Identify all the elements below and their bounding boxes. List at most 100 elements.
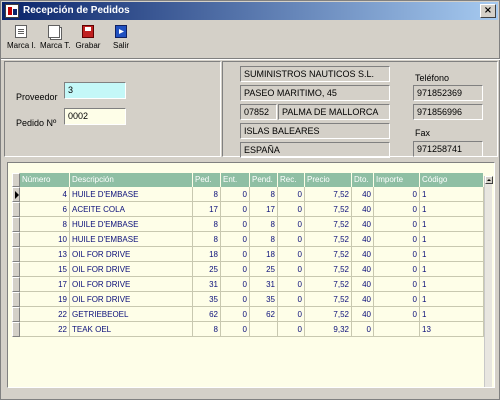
pedido-input[interactable]: 0002: [64, 108, 126, 125]
cell-dto[interactable]: 40: [352, 292, 374, 307]
cell-codigo[interactable]: 1: [420, 277, 484, 292]
cell-ped[interactable]: 17: [193, 202, 221, 217]
table-row[interactable]: 13 OIL FOR DRIVE 18 0 18 0 7,52 40 0 1: [12, 247, 494, 262]
cell-ped[interactable]: 35: [193, 292, 221, 307]
cell-precio[interactable]: 7,52: [305, 247, 352, 262]
cell-pend[interactable]: [250, 322, 278, 337]
cell-pend[interactable]: 35: [250, 292, 278, 307]
table-row[interactable]: 10 HUILE D'EMBASE 8 0 8 0 7,52 40 0 1: [12, 232, 494, 247]
order-lines-grid[interactable]: Número Descripción Ped. Ent. Pend. Rec. …: [7, 162, 495, 388]
table-row[interactable]: 19 OIL FOR DRIVE 35 0 35 0 7,52 40 0 1: [12, 292, 494, 307]
cell-dto[interactable]: 40: [352, 187, 374, 202]
col-header-descripcion[interactable]: Descripción: [70, 173, 193, 187]
row-selector[interactable]: [12, 322, 20, 337]
cell-importe[interactable]: 0: [374, 277, 420, 292]
cell-dto[interactable]: 40: [352, 247, 374, 262]
cell-ent[interactable]: 0: [221, 202, 250, 217]
cell-pend[interactable]: 17: [250, 202, 278, 217]
cell-importe[interactable]: [374, 322, 420, 337]
salir-button[interactable]: Salir: [107, 23, 135, 55]
row-selector[interactable]: [12, 307, 20, 322]
cell-numero[interactable]: 19: [20, 292, 70, 307]
scroll-up-icon[interactable]: [485, 176, 493, 184]
cell-codigo[interactable]: 13: [420, 322, 484, 337]
cell-numero[interactable]: 22: [20, 307, 70, 322]
proveedor-input[interactable]: 3: [64, 82, 126, 99]
cell-importe[interactable]: 0: [374, 187, 420, 202]
row-selector[interactable]: [12, 247, 20, 262]
cell-descripcion[interactable]: OIL FOR DRIVE: [70, 262, 193, 277]
close-button[interactable]: ×: [480, 4, 496, 18]
cell-dto[interactable]: 40: [352, 262, 374, 277]
cell-codigo[interactable]: 1: [420, 187, 484, 202]
row-selector[interactable]: [12, 277, 20, 292]
cell-ped[interactable]: 18: [193, 247, 221, 262]
table-row[interactable]: 22 GETRIEBEOEL 62 0 62 0 7,52 40 0 1: [12, 307, 494, 322]
cell-dto[interactable]: 40: [352, 202, 374, 217]
row-selector[interactable]: [12, 232, 20, 247]
cell-numero[interactable]: 15: [20, 262, 70, 277]
row-selector[interactable]: [12, 202, 20, 217]
cell-ped[interactable]: 31: [193, 277, 221, 292]
col-header-numero[interactable]: Número: [20, 173, 70, 187]
cell-codigo[interactable]: 1: [420, 247, 484, 262]
cell-ent[interactable]: 0: [221, 217, 250, 232]
cell-ped[interactable]: 25: [193, 262, 221, 277]
cell-precio[interactable]: 7,52: [305, 202, 352, 217]
cell-pend[interactable]: 62: [250, 307, 278, 322]
cell-ent[interactable]: 0: [221, 187, 250, 202]
cell-precio[interactable]: 7,52: [305, 307, 352, 322]
cell-codigo[interactable]: 1: [420, 292, 484, 307]
cell-precio[interactable]: 7,52: [305, 292, 352, 307]
cell-precio[interactable]: 7,52: [305, 217, 352, 232]
cell-descripcion[interactable]: TEAK OEL: [70, 322, 193, 337]
table-row[interactable]: 8 HUILE D'EMBASE 8 0 8 0 7,52 40 0 1: [12, 217, 494, 232]
cell-rec[interactable]: 0: [278, 322, 305, 337]
col-header-ent[interactable]: Ent.: [221, 173, 250, 187]
marca-t-button[interactable]: Marca T.: [40, 23, 71, 55]
cell-rec[interactable]: 0: [278, 262, 305, 277]
cell-pend[interactable]: 8: [250, 187, 278, 202]
col-header-pend[interactable]: Pend.: [250, 173, 278, 187]
cell-ped[interactable]: 8: [193, 217, 221, 232]
col-header-precio[interactable]: Precio: [305, 173, 352, 187]
cell-importe[interactable]: 0: [374, 292, 420, 307]
cell-numero[interactable]: 6: [20, 202, 70, 217]
cell-precio[interactable]: 7,52: [305, 232, 352, 247]
cell-importe[interactable]: 0: [374, 202, 420, 217]
cell-numero[interactable]: 8: [20, 217, 70, 232]
cell-ent[interactable]: 0: [221, 307, 250, 322]
cell-ped[interactable]: 62: [193, 307, 221, 322]
cell-dto[interactable]: 40: [352, 217, 374, 232]
marca-i-button[interactable]: Marca I.: [7, 23, 36, 55]
table-row[interactable]: 17 OIL FOR DRIVE 31 0 31 0 7,52 40 0 1: [12, 277, 494, 292]
cell-precio[interactable]: 9,32: [305, 322, 352, 337]
cell-descripcion[interactable]: HUILE D'EMBASE: [70, 217, 193, 232]
cell-ent[interactable]: 0: [221, 322, 250, 337]
cell-ent[interactable]: 0: [221, 277, 250, 292]
grabar-button[interactable]: Grabar: [74, 23, 102, 55]
cell-numero[interactable]: 13: [20, 247, 70, 262]
cell-pend[interactable]: 25: [250, 262, 278, 277]
cell-rec[interactable]: 0: [278, 217, 305, 232]
cell-importe[interactable]: 0: [374, 232, 420, 247]
cell-rec[interactable]: 0: [278, 187, 305, 202]
cell-numero[interactable]: 4: [20, 187, 70, 202]
cell-pend[interactable]: 8: [250, 217, 278, 232]
cell-descripcion[interactable]: HUILE D'EMBASE: [70, 187, 193, 202]
cell-ent[interactable]: 0: [221, 262, 250, 277]
cell-dto[interactable]: 40: [352, 307, 374, 322]
cell-ped[interactable]: 8: [193, 322, 221, 337]
cell-importe[interactable]: 0: [374, 217, 420, 232]
col-header-rec[interactable]: Rec.: [278, 173, 305, 187]
cell-pend[interactable]: 18: [250, 247, 278, 262]
cell-descripcion[interactable]: OIL FOR DRIVE: [70, 292, 193, 307]
cell-ent[interactable]: 0: [221, 292, 250, 307]
cell-descripcion[interactable]: HUILE D'EMBASE: [70, 232, 193, 247]
row-selector[interactable]: [12, 262, 20, 277]
col-header-importe[interactable]: Importe: [374, 173, 420, 187]
cell-numero[interactable]: 10: [20, 232, 70, 247]
col-header-codigo[interactable]: Código: [420, 173, 484, 187]
cell-ent[interactable]: 0: [221, 232, 250, 247]
cell-rec[interactable]: 0: [278, 247, 305, 262]
